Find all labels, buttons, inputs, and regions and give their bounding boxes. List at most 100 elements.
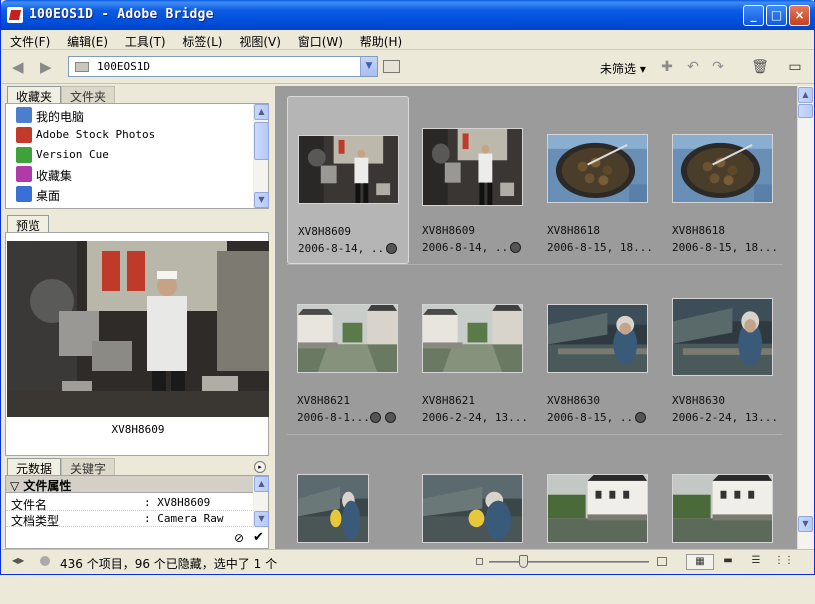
tab-folders[interactable]: 文件夹 (61, 86, 116, 104)
maximize-button[interactable]: □ (766, 5, 787, 26)
scroll-thumb[interactable] (798, 104, 813, 118)
thumbnail-image[interactable] (298, 135, 399, 204)
back-arrow-icon[interactable]: ◀ (12, 59, 30, 75)
scroll-down-icon[interactable]: ▼ (798, 516, 813, 532)
thumbnail-image[interactable] (297, 474, 369, 543)
thumbnail-filename: XV8H8609 (422, 224, 475, 237)
tab-metadata[interactable]: 元数据 (7, 458, 62, 476)
slider-knob[interactable] (519, 555, 528, 568)
favorite-label: 桌面 (36, 189, 61, 203)
thumbnail-date: 2006-8-14, ... (298, 242, 391, 255)
thumbnail-image[interactable] (422, 304, 523, 373)
panel-toggle-icon[interactable]: ◀▶ (12, 556, 24, 565)
favorite-adobe-stock[interactable]: Adobe Stock Photos (16, 125, 251, 145)
content-scrollbar[interactable]: ▲ ▼ (797, 86, 814, 549)
thumbnail-date: 2006-8-15, 18... (672, 241, 778, 254)
menu-file[interactable]: 文件(F) (2, 30, 55, 50)
lock-badge-icon (386, 243, 397, 254)
thumbnail-cell[interactable] (537, 436, 659, 604)
scroll-down-icon[interactable]: ▼ (254, 192, 269, 208)
rotate-left-icon[interactable]: ↶ (684, 58, 702, 76)
thumbnail-cell[interactable]: XV8H8630 2006-8-15, ... (537, 266, 659, 434)
scroll-down-icon[interactable]: ▼ (254, 511, 269, 527)
large-thumb-icon[interactable] (657, 557, 667, 566)
toolbar: ◀ ▶ 100EOS1D ▼ 未筛选 ▾ ✚ ↶ ↷ 🗑 ▭ (2, 51, 814, 84)
thumbnail-image[interactable] (422, 474, 523, 543)
thumbnail-image[interactable] (297, 304, 398, 373)
scroll-thumb[interactable] (254, 122, 269, 160)
menu-label[interactable]: 标签(L) (174, 30, 227, 50)
scroll-up-icon[interactable]: ▲ (254, 104, 269, 120)
row-divider (287, 264, 783, 265)
thumbnail-cell[interactable]: XV8H8618 2006-8-15, 18... (537, 96, 659, 264)
menu-bar: 文件(F) 编辑(E) 工具(T) 标签(L) 视图(V) 窗口(W) 帮助(H… (2, 30, 814, 50)
thumbnail-cell[interactable] (662, 436, 784, 604)
tab-favorites[interactable]: 收藏夹 (7, 86, 62, 104)
favorite-version-cue[interactable]: Version Cue (16, 145, 251, 165)
chevron-down-icon[interactable]: ▼ (360, 57, 377, 76)
thumbnail-cell[interactable]: XV8H8621 2006-2-24, 13... (412, 266, 534, 434)
new-folder-icon[interactable]: ✚ (658, 58, 676, 76)
path-dropdown[interactable]: 100EOS1D ▼ (68, 56, 378, 77)
small-thumb-icon[interactable] (476, 558, 483, 565)
thumbnail-date: 2006-8-14, ... (422, 241, 515, 254)
preview-filename: XV8H8609 (111, 423, 165, 436)
row-divider (287, 434, 783, 435)
thumbnail-image[interactable] (672, 298, 773, 376)
thumbnail-image[interactable] (547, 134, 648, 203)
filter-menu[interactable]: 未筛选 ▾ (600, 60, 646, 77)
my-computer-icon (16, 107, 32, 123)
folder-icon (75, 62, 89, 72)
favorites-scrollbar[interactable]: ▲ ▼ (253, 104, 269, 208)
favorite-collections[interactable]: 收藏集 (16, 164, 251, 184)
close-button[interactable]: × (789, 5, 810, 26)
thumbnail-image[interactable] (547, 304, 648, 373)
apply-check-icon[interactable]: ✔ (253, 530, 264, 545)
thumbnail-image[interactable] (547, 474, 648, 543)
thumbnail-cell[interactable]: XV8H8609 2006-8-14, ... (287, 96, 409, 264)
filmstrip-view-icon[interactable]: ▬ (718, 554, 738, 570)
panel-menu-icon[interactable]: ▸ (254, 461, 266, 473)
trash-icon[interactable]: 🗑 (751, 58, 769, 76)
menu-edit[interactable]: 编辑(E) (59, 30, 113, 50)
file-properties-header[interactable]: ▽ 文件属性 (6, 476, 254, 493)
thumbnail-cell[interactable] (287, 436, 409, 604)
cancel-icon[interactable]: ⊘ (234, 531, 244, 545)
metadata-scrollbar[interactable]: ▲ ▼ (253, 476, 269, 528)
thumbnail-cell[interactable]: XV8H8630 2006-2-24, 13... (662, 266, 784, 434)
tab-preview[interactable]: 预览 (7, 215, 50, 233)
menu-help[interactable]: 帮助(H) (352, 30, 407, 50)
tab-keywords[interactable]: 关键字 (61, 458, 116, 476)
thumbnail-image[interactable] (672, 134, 773, 203)
thumbnail-cell[interactable]: XV8H8609 2006-8-14, ... (412, 96, 534, 264)
status-icon (40, 556, 50, 566)
thumbnail-date: 2006-2-24, 13... (672, 411, 778, 424)
thumbnail-filename: XV8H8618 (672, 224, 725, 237)
thumbnail-image[interactable] (672, 474, 773, 543)
title-bar[interactable]: 100EOS1D - Adobe Bridge _ □ × (1, 0, 815, 30)
thumbnail-image[interactable] (422, 128, 523, 206)
thumbnail-cell[interactable]: XV8H8618 2006-8-15, 18... (662, 96, 784, 264)
menu-window[interactable]: 窗口(W) (290, 30, 348, 50)
scroll-up-icon[interactable]: ▲ (798, 87, 813, 103)
thumbnail-cell[interactable]: XV8H8621 2006-8-1... (287, 266, 409, 434)
thumbnail-date: 2006-8-1... (297, 411, 370, 424)
menu-view[interactable]: 视图(V) (231, 30, 286, 50)
menu-tools[interactable]: 工具(T) (117, 30, 171, 50)
favorite-desktop[interactable]: 桌面 (16, 184, 251, 204)
compact-mode-icon[interactable]: ▭ (786, 58, 804, 76)
rotate-right-icon[interactable]: ↷ (709, 58, 727, 76)
thumbnail-cell[interactable] (412, 436, 534, 604)
metadata-value: : Camera Raw (144, 512, 224, 525)
scroll-up-icon[interactable]: ▲ (254, 476, 269, 492)
versions-view-icon[interactable]: ⋮⋮ (774, 554, 794, 570)
thumbnail-size-slider[interactable] (489, 555, 649, 568)
favorite-my-computer[interactable]: 我的电脑 (16, 105, 251, 125)
details-view-icon[interactable]: ☰ (746, 554, 766, 570)
favorites-list: 我的电脑 Adobe Stock Photos Version Cue 收藏集 … (5, 103, 269, 209)
thumbnails-view-button[interactable]: ▦ (686, 554, 714, 570)
forward-arrow-icon[interactable]: ▶ (40, 59, 58, 75)
minimize-button[interactable]: _ (743, 5, 764, 26)
parent-folder-icon[interactable] (383, 60, 400, 73)
metadata-row: 文件名 : XV8H8609 (6, 495, 254, 512)
